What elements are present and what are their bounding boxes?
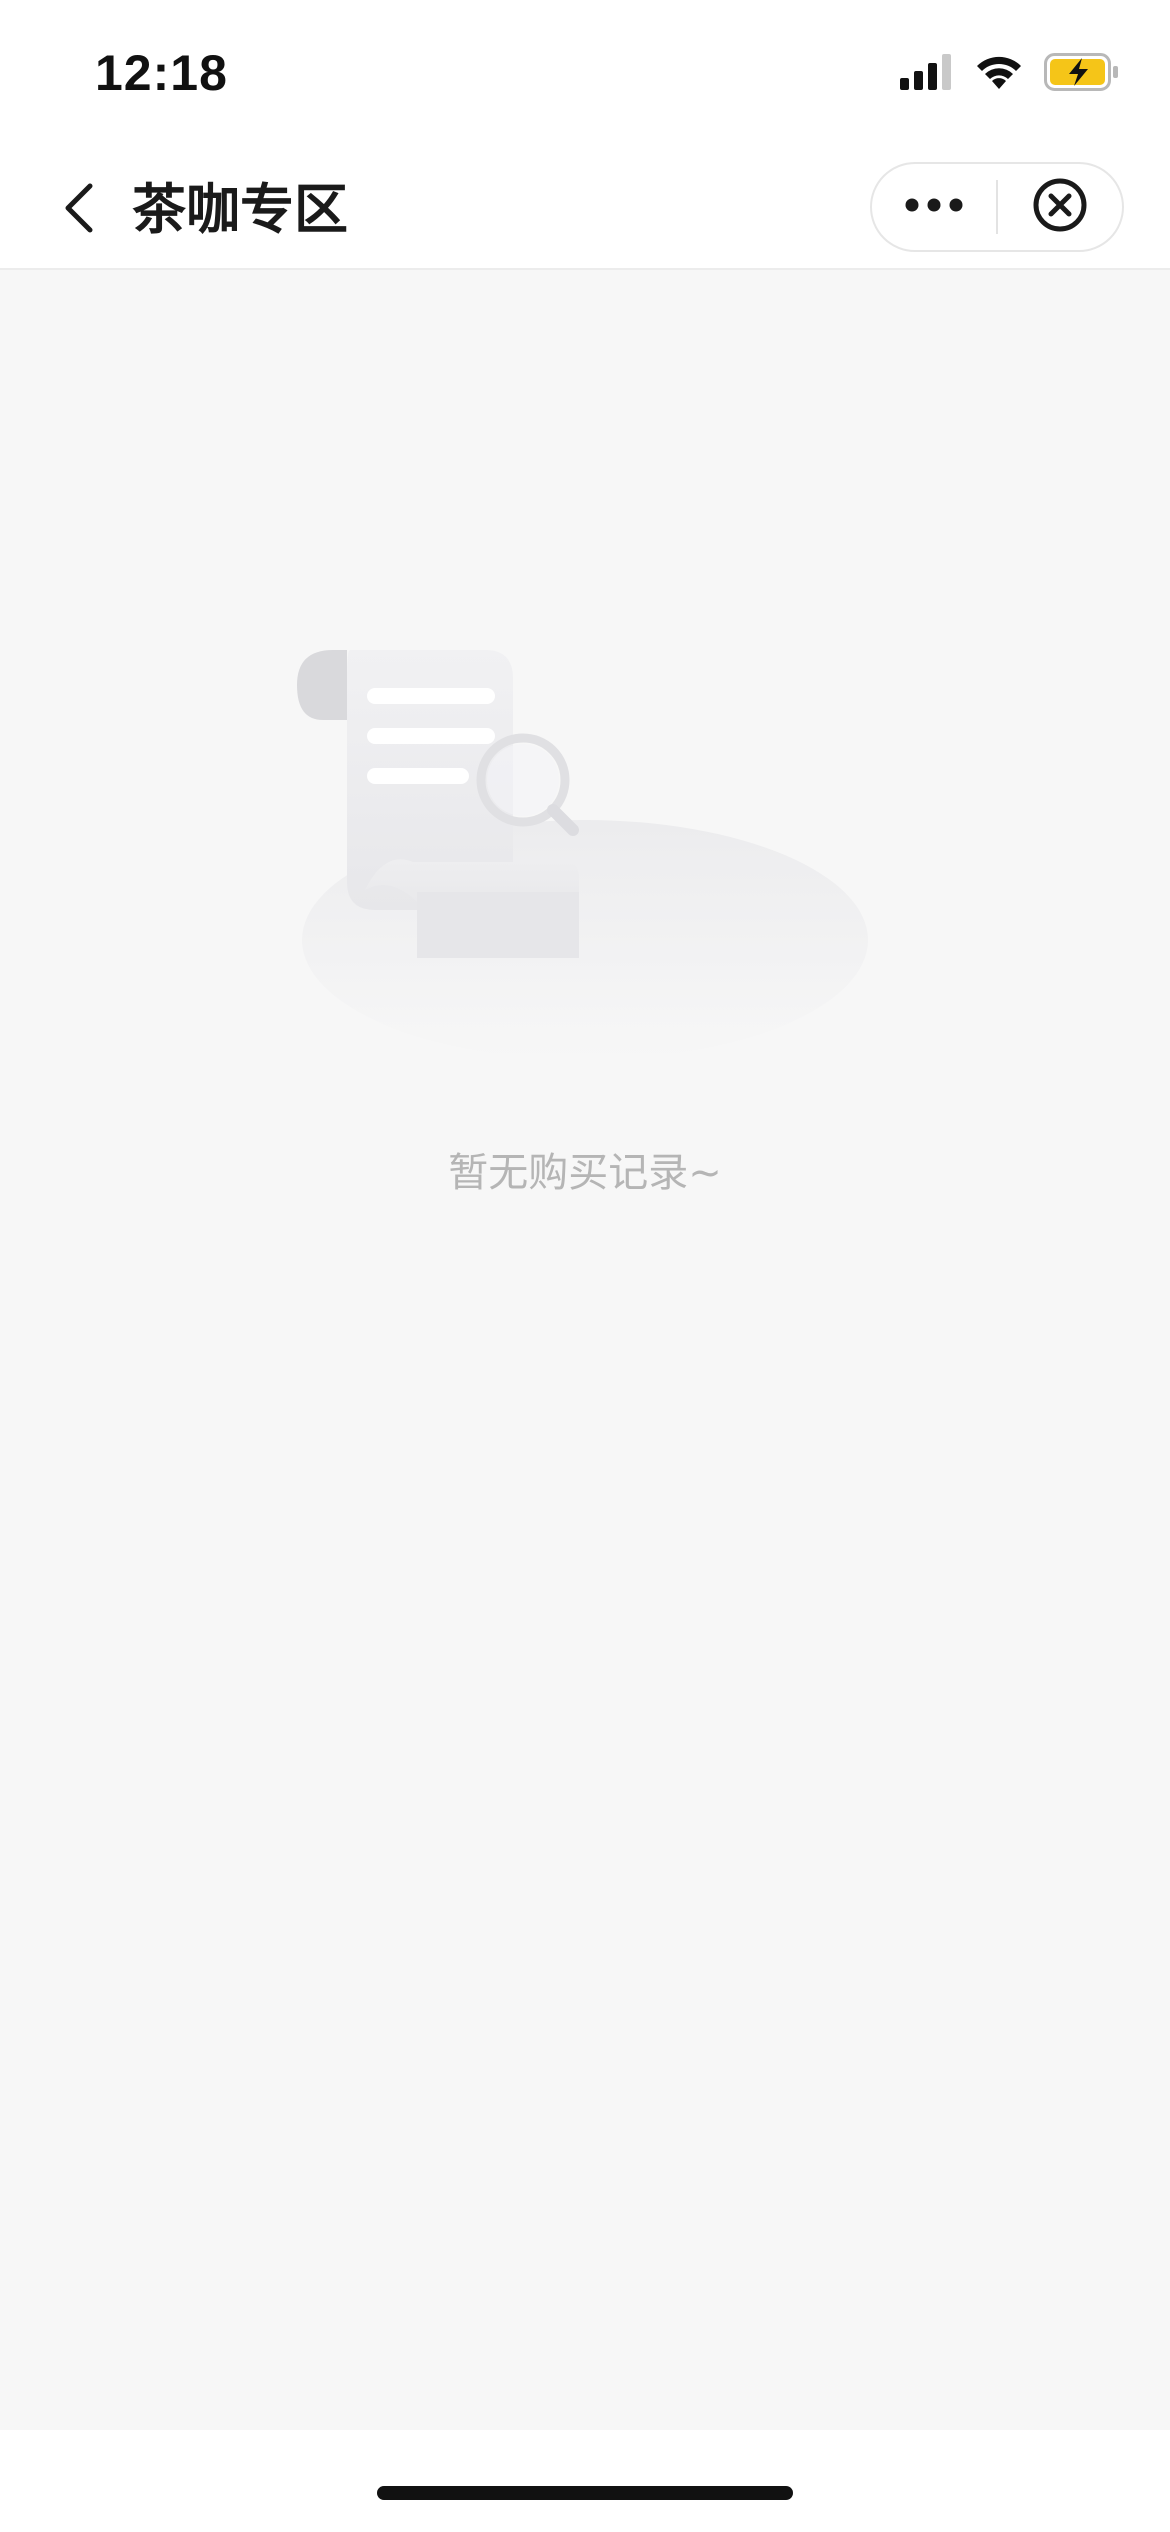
empty-receipt-search-illustration <box>295 640 875 1070</box>
bottom-safe-area <box>0 2430 1170 2532</box>
more-dots-icon <box>904 197 964 217</box>
content-area: 暂无购买记录~ <box>0 270 1170 2430</box>
chevron-left-icon <box>60 182 100 238</box>
close-circle-icon <box>1032 177 1088 237</box>
screen: 12:18 茶咖专区 暂无购买记录~ <box>0 0 1170 2532</box>
close-button[interactable] <box>998 164 1122 250</box>
more-button[interactable] <box>872 164 996 250</box>
home-indicator[interactable] <box>377 2486 793 2500</box>
cellular-signal-icon <box>900 54 954 94</box>
empty-state-message: 暂无购买记录~ <box>448 1150 722 1196</box>
mini-program-capsule <box>870 162 1124 252</box>
status-bar: 12:18 <box>0 0 1170 150</box>
nav-bar: 茶咖专区 <box>0 150 1170 270</box>
status-time: 12:18 <box>95 45 228 101</box>
status-icons <box>900 50 1120 98</box>
wifi-icon <box>974 53 1024 95</box>
battery-charging-icon <box>1044 53 1120 95</box>
back-button[interactable] <box>50 180 110 240</box>
page-title: 茶咖专区 <box>132 178 348 241</box>
